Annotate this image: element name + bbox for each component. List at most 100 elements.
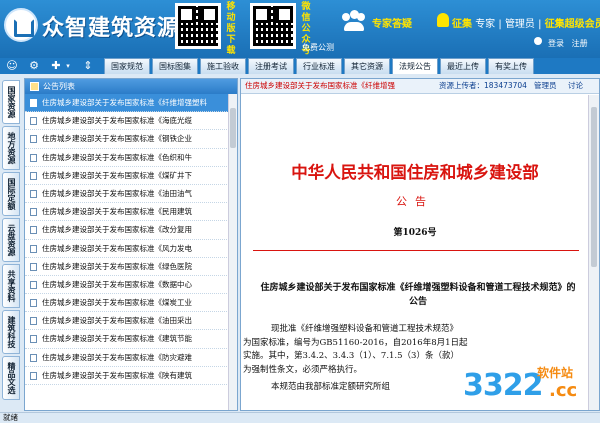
document-icon [30,135,37,144]
bell-icon [437,13,449,27]
super-member-link[interactable]: 征集超级会员 [545,19,600,30]
list-header: 公告列表 [25,79,237,94]
document-icon [30,244,37,253]
vtab-national[interactable]: 国家资源 [2,80,20,124]
list-item[interactable]: 住房城乡建设部关于发布国家标准《建筑节能 [25,330,237,349]
document-icon [30,117,37,126]
list-item-label: 住房城乡建设部关于发布国家标准《色织和牛 [42,152,192,162]
tab-registration-exam[interactable]: 注册考试 [248,58,294,74]
admin-link[interactable]: 管理员 [534,79,557,93]
tab-national-code[interactable]: 国家规范 [104,58,150,74]
document-info-bar: 住房城乡建设部关于发布国家标准《纤维增强 资源上传者：183473704 管理员… [241,79,599,94]
expert-qa-link[interactable]: 专家答疑 [372,15,412,30]
logo-text: 众智建筑资源 [42,16,181,41]
person-icon[interactable]: ☺ [6,60,18,72]
list-item[interactable]: 住房城乡建设部关于发布国家标准《民用建筑 [25,203,237,222]
login-links: 登录 注册 [548,38,588,49]
list-item[interactable]: 住房城乡建设部关于发布国家标准《数据中心 [25,276,237,295]
list-scrollbar[interactable] [228,94,237,410]
list-item[interactable]: 住房城乡建设部关于发布国家标准《钢铁企业 [25,130,237,149]
tab-national-atlas[interactable]: 国标图集 [152,58,198,74]
document-icon [30,171,37,180]
list-item-label: 住房城乡建设部关于发布国家标准《纤维增强塑料 [42,98,207,107]
top-links: 征集 专家 | 管理员 | 征集超级会员 [452,15,600,30]
list-item-label: 住房城乡建设部关于发布国家标准《建筑节能 [42,334,192,344]
vtab-cloud[interactable]: 云盘资源 [2,218,20,262]
ministry-heading: 中华人民共和国住房和城乡建设部 [291,163,539,182]
list-item-label: 住房城乡建设部关于发布国家标准《数据中心 [42,279,192,289]
expand-icon[interactable]: ⇕ [82,60,94,72]
list-item[interactable]: 住房城乡建设部关于发布国家标准《煤矿井下 [25,167,237,185]
folder-icon [30,82,39,91]
document-icon [30,153,37,162]
list-item-label: 住房城乡建设部关于发布国家标准《油田采出 [42,316,192,326]
document-icon [30,299,37,308]
notice-title: 住房城乡建设部关于发布国家标准《纤维增强塑料设备和管道工程技术规范》的公告 [260,283,576,307]
collect-link[interactable]: 征集 [452,19,472,30]
list-item-label: 住房城乡建设部关于发布国家标准《海底光缆 [42,116,192,126]
list-item-label: 住房城乡建设部关于发布国家标准《防灾避难 [42,352,192,362]
list-item-label: 住房城乡建设部关于发布国家标准《陕有建筑 [42,370,192,380]
list-item[interactable]: 住房城乡建设部关于发布国家标准《油田采出 [25,312,237,331]
tab-industry-standard[interactable]: 行业标准 [296,58,342,74]
list-item-label: 住房城乡建设部关于发布国家标准《煤炭工业 [42,298,192,308]
notice-list-panel: 公告列表 住房城乡建设部关于发布国家标准《纤维增强塑料 住房城乡建设部关于发布国家… [24,78,238,411]
admin-link[interactable]: 管理员 [505,19,535,30]
wechat-qr-code [250,3,296,49]
list-item-label: 住房城乡建设部关于发布国家标准《油田油气 [42,188,192,198]
vtab-articles[interactable]: 精品文选 [2,356,20,400]
document-icon [30,189,37,198]
mobile-download-label[interactable]: 移动版下载 [224,2,238,57]
experts-icon [342,10,366,32]
chevron-down-icon[interactable]: ▾ [62,60,74,72]
list-item-label: 住房城乡建设部关于发布国家标准《绿色医院 [42,261,192,271]
notice-number: 第1026号 [393,228,437,238]
list-item[interactable]: 住房城乡建设部关于发布国家标准《海底光缆 [25,112,237,131]
list-item-label: 住房城乡建设部关于发布国家标准《民用建筑 [42,207,192,217]
list-item[interactable]: 住房城乡建设部关于发布国家标准《陕有建筑 [25,367,237,385]
tab-reward-upload[interactable]: 有奖上传 [488,58,534,74]
vtab-tech[interactable]: 建筑科技 [2,310,20,354]
add-icon[interactable]: ✚ [50,60,62,72]
category-tabs: 国家规范 国标图集 施工验收 注册考试 行业标准 其它资源 法规公告 最近上传 … [104,58,536,74]
red-divider [253,250,579,251]
document-icon [30,99,37,107]
list-item[interactable]: 住房城乡建设部关于发布国家标准《色织和牛 [25,149,237,167]
free-call-text: 免费公测 [302,43,334,52]
tab-other-resources[interactable]: 其它资源 [344,58,390,74]
site-watermark: 3322 软件站 .cc [455,362,600,412]
tab-regulation-notice[interactable]: 法规公告 [392,58,438,74]
register-link[interactable]: 注册 [572,39,588,48]
list-item[interactable]: 住房城乡建设部关于发布国家标准《风力发电 [25,240,237,258]
notice-heading: 公告 [396,195,434,208]
document-icon [30,208,37,217]
vertical-tabs: 国家资源 地方资源 国际定额 云盘资源 共享资料 建筑科技 精品文选 [0,78,22,413]
vtab-shared[interactable]: 共享资料 [2,264,20,308]
document-icon [30,262,37,271]
list-item[interactable]: 住房城乡建设部关于发布国家标准《煤炭工业 [25,294,237,313]
list-item[interactable]: 住房城乡建设部关于发布国家标准《改分复用 [25,221,237,240]
list-item[interactable]: 住房城乡建设部关于发布国家标准《防灾避难 [25,349,237,367]
tab-construction-acceptance[interactable]: 施工验收 [200,58,246,74]
discuss-link[interactable]: 讨论 [568,79,583,93]
status-bar: 就绪 [0,412,600,423]
document-icon [30,317,37,326]
list-item-label: 住房城乡建设部关于发布国家标准《风力发电 [42,243,192,253]
list-item[interactable]: 住房城乡建设部关于发布国家标准《绿色医院 [25,258,237,276]
document-icon [30,280,37,289]
logo-icon [4,8,38,42]
watermark-number: 3322 [463,368,543,403]
list-item-label: 住房城乡建设部关于发布国家标准《改分复用 [42,225,192,235]
vtab-local[interactable]: 地方资源 [2,126,20,170]
vtab-quota[interactable]: 国际定额 [2,172,20,216]
expert-link[interactable]: 专家 [475,19,495,30]
list-item[interactable]: 住房城乡建设部关于发布国家标准《纤维增强塑料 [25,94,237,113]
login-link[interactable]: 登录 [548,39,564,48]
mobile-qr-code [175,3,221,49]
document-icon [30,353,37,362]
list-item-label: 住房城乡建设部关于发布国家标准《煤矿井下 [42,170,192,180]
gear-icon[interactable]: ⚙ [28,60,40,72]
tab-recent-upload[interactable]: 最近上传 [440,58,486,74]
list-item[interactable]: 住房城乡建设部关于发布国家标准《油田油气 [25,185,237,204]
uploader-info[interactable]: 资源上传者：183473704 [439,79,527,93]
